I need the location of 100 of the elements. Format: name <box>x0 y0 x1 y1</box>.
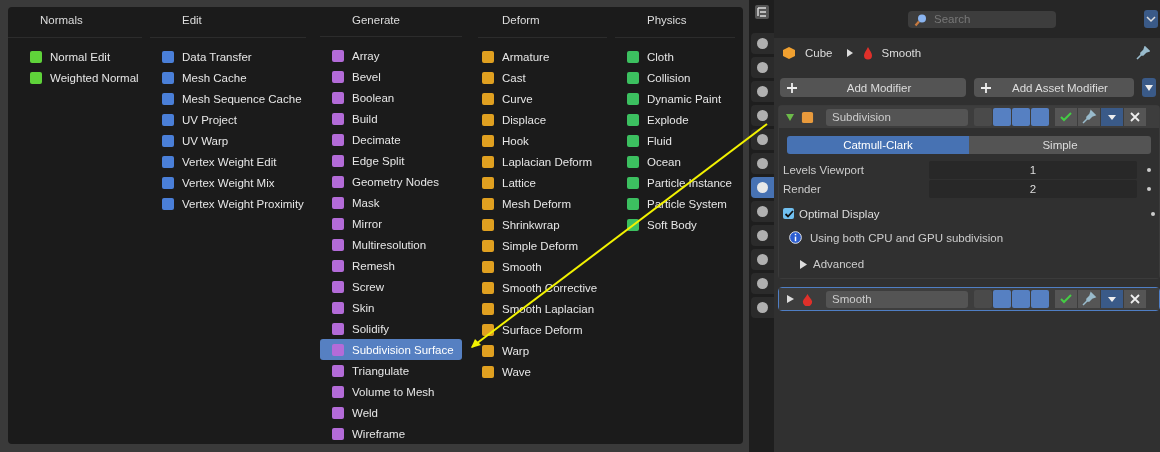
menu-item[interactable]: Mirror <box>320 213 470 234</box>
menu-item[interactable]: Build <box>320 108 470 129</box>
menu-item[interactable]: Hook <box>478 130 615 151</box>
menu-item[interactable]: Armature <box>478 46 615 67</box>
property-tab[interactable] <box>751 273 774 294</box>
property-tab[interactable] <box>751 33 774 54</box>
modifier-icon <box>627 113 639 126</box>
modifier-icon <box>332 70 344 83</box>
pin-icon[interactable] <box>1078 290 1100 308</box>
property-tab[interactable] <box>751 201 774 222</box>
menu-item[interactable]: Explode <box>615 109 743 130</box>
menu-item[interactable]: Particle Instance <box>615 172 743 193</box>
menu-item[interactable]: Vertex Weight Proximity <box>150 193 314 214</box>
menu-item[interactable]: Multiresolution <box>320 234 470 255</box>
menu-item[interactable]: Lattice <box>478 172 615 193</box>
keyframe-dot-icon[interactable] <box>1151 211 1155 216</box>
menu-column-title: Deform <box>478 13 607 38</box>
menu-item[interactable]: Subdivision Surface <box>320 339 462 360</box>
modifier-icon <box>332 49 344 62</box>
menu-item[interactable]: Ocean <box>615 151 743 172</box>
modifier-name-field[interactable]: Smooth <box>826 290 968 308</box>
menu-item[interactable]: Vertex Weight Edit <box>150 151 314 172</box>
menu-item[interactable]: Volume to Mesh <box>320 381 470 402</box>
menu-item[interactable]: Weld <box>320 402 470 423</box>
menu-column-title: Physics <box>615 13 735 38</box>
menu-item[interactable]: Laplacian Deform <box>478 151 615 172</box>
menu-item[interactable]: Boolean <box>320 87 470 108</box>
search-field[interactable]: Search <box>908 10 1056 28</box>
modifier-icon <box>332 280 344 293</box>
property-tab[interactable] <box>751 129 774 150</box>
add-modifier-button[interactable]: Add Modifier <box>780 78 966 97</box>
menu-item[interactable]: Cast <box>478 67 615 88</box>
modifier-icon <box>482 365 494 378</box>
pin-icon[interactable] <box>1078 108 1100 126</box>
menu-item[interactable]: Curve <box>478 88 615 109</box>
pin-icon[interactable] <box>1136 46 1150 60</box>
apply-check-icon[interactable] <box>1055 108 1077 126</box>
expand-arrow-icon[interactable] <box>785 294 795 304</box>
menu-item[interactable]: Mesh Deform <box>478 193 615 214</box>
property-tab[interactable] <box>751 105 774 126</box>
number-field[interactable]: 2 <box>929 179 1137 198</box>
modifier-icon <box>332 322 344 335</box>
checkbox[interactable] <box>783 208 794 219</box>
menu-item[interactable]: Wireframe <box>320 423 470 444</box>
menu-item[interactable]: Screw <box>320 276 470 297</box>
menu-item[interactable]: Mask <box>320 192 470 213</box>
algorithm-tab[interactable]: Catmull-Clark <box>787 136 969 154</box>
property-tab[interactable] <box>751 297 774 318</box>
menu-item[interactable]: Dynamic Paint <box>615 88 743 109</box>
menu-item[interactable]: Triangulate <box>320 360 470 381</box>
close-icon[interactable] <box>1124 108 1146 126</box>
menu-item[interactable]: Smooth <box>478 256 615 277</box>
property-tab[interactable] <box>751 81 774 102</box>
menu-item[interactable]: Collision <box>615 67 743 88</box>
expand-arrow-icon[interactable] <box>785 112 795 122</box>
close-icon[interactable] <box>1124 290 1146 308</box>
menu-item[interactable]: Edge Split <box>320 150 470 171</box>
dropdown-button[interactable] <box>1142 78 1156 97</box>
menu-item[interactable]: Surface Deform <box>478 319 615 340</box>
menu-item[interactable]: Wave <box>478 361 615 382</box>
property-tab[interactable] <box>751 57 774 78</box>
menu-item[interactable]: Skin <box>320 297 470 318</box>
add-modifier-button[interactable]: Add Asset Modifier <box>974 78 1134 97</box>
menu-item[interactable]: Data Transfer <box>150 46 314 67</box>
menu-item[interactable]: Normal Edit <box>8 46 150 67</box>
menu-item[interactable]: Geometry Nodes <box>320 171 470 192</box>
menu-item[interactable]: Decimate <box>320 129 470 150</box>
menu-item[interactable]: Bevel <box>320 66 470 87</box>
menu-item[interactable]: Shrinkwrap <box>478 214 615 235</box>
menu-item[interactable]: Warp <box>478 340 615 361</box>
modifier-name-field[interactable]: Subdivision <box>826 108 968 126</box>
caret-icon <box>1144 83 1154 92</box>
number-field[interactable]: 1 <box>929 160 1137 179</box>
caret-icon[interactable] <box>1101 290 1123 308</box>
menu-item[interactable]: Mesh Sequence Cache <box>150 88 314 109</box>
menu-item[interactable]: Mesh Cache <box>150 67 314 88</box>
menu-item[interactable]: Array <box>320 45 470 66</box>
menu-item[interactable]: Remesh <box>320 255 470 276</box>
menu-item[interactable]: Vertex Weight Mix <box>150 172 314 193</box>
menu-item[interactable]: Simple Deform <box>478 235 615 256</box>
outliner-icon[interactable] <box>753 4 770 20</box>
property-tab[interactable] <box>751 249 774 270</box>
keyframe-dot-icon[interactable] <box>1147 186 1151 191</box>
property-tab[interactable] <box>751 153 774 174</box>
menu-item[interactable]: UV Project <box>150 109 314 130</box>
menu-item[interactable]: Weighted Normal <box>8 67 150 88</box>
keyframe-dot-icon[interactable] <box>1147 167 1151 172</box>
plus-icon <box>980 81 992 94</box>
menu-item[interactable]: Solidify <box>320 318 470 339</box>
caret-icon[interactable] <box>1101 108 1123 126</box>
property-tab[interactable] <box>751 225 774 246</box>
menu-item[interactable]: Soft Body <box>615 214 743 235</box>
menu-item[interactable]: UV Warp <box>150 130 314 151</box>
subpanel-header[interactable]: Advanced <box>779 252 885 272</box>
dropdown-button[interactable] <box>1144 10 1158 28</box>
apply-check-icon[interactable] <box>1055 290 1077 308</box>
menu-item[interactable]: Cloth <box>615 46 743 67</box>
menu-item[interactable]: Fluid <box>615 130 743 151</box>
menu-item[interactable]: Displace <box>478 109 615 130</box>
algorithm-tab[interactable]: Simple <box>969 136 1151 154</box>
